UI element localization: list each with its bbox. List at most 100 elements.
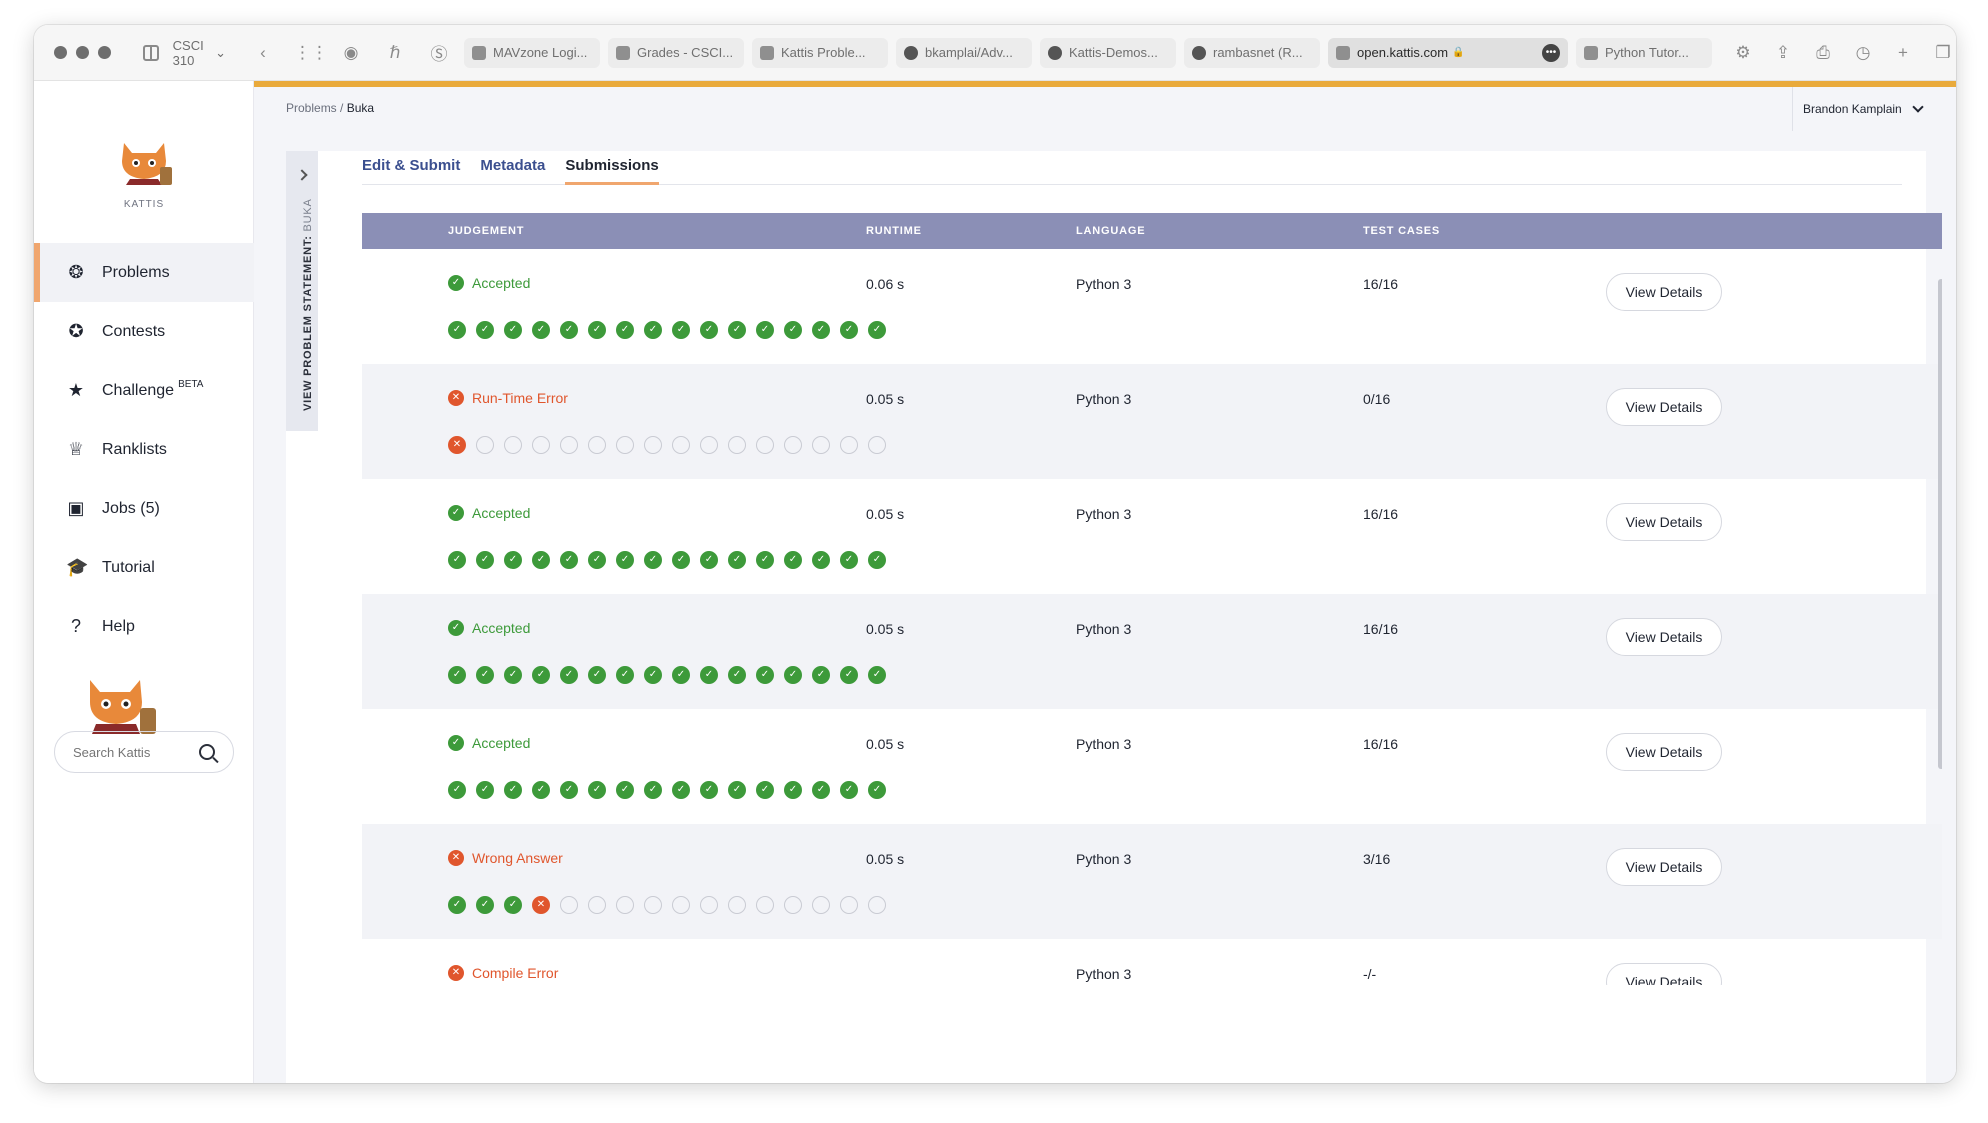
test-passed-icon[interactable]: ✓ <box>588 551 606 569</box>
tab-overview-icon[interactable]: ❐ <box>1930 43 1956 63</box>
test-passed-icon[interactable]: ✓ <box>700 321 718 339</box>
test-passed-icon[interactable]: ✓ <box>868 781 886 799</box>
tab-edit-submit[interactable]: Edit & Submit <box>362 151 460 185</box>
test-passed-icon[interactable]: ✓ <box>728 781 746 799</box>
extension-icon[interactable]: ℏ <box>382 43 408 63</box>
test-passed-icon[interactable]: ✓ <box>644 551 662 569</box>
test-failed-icon[interactable]: ✕ <box>532 896 550 914</box>
sidebar-item-problems[interactable]: ❂ Problems <box>34 243 254 302</box>
sidebar-item-challenge[interactable]: ★ Challenge BETA <box>34 361 254 420</box>
test-pending-icon[interactable] <box>728 896 746 914</box>
tab-group-selector[interactable]: CSCI 310 ⌄ <box>173 38 226 68</box>
test-passed-icon[interactable]: ✓ <box>812 666 830 684</box>
test-pending-icon[interactable] <box>700 896 718 914</box>
browser-tab[interactable]: Kattis Proble... <box>752 37 888 68</box>
test-passed-icon[interactable]: ✓ <box>504 666 522 684</box>
test-pending-icon[interactable] <box>840 896 858 914</box>
view-details-button[interactable]: View Details <box>1606 848 1722 886</box>
test-passed-icon[interactable]: ✓ <box>756 321 774 339</box>
test-passed-icon[interactable]: ✓ <box>448 896 466 914</box>
search-icon[interactable] <box>199 744 215 760</box>
test-passed-icon[interactable]: ✓ <box>448 551 466 569</box>
sidebar-item-tutorial[interactable]: 🎓 Tutorial <box>34 538 254 597</box>
test-pending-icon[interactable] <box>560 896 578 914</box>
test-passed-icon[interactable]: ✓ <box>840 781 858 799</box>
kattis-logo[interactable] <box>112 137 176 185</box>
browser-tab[interactable]: Grades - CSCI... <box>608 37 744 68</box>
test-passed-icon[interactable]: ✓ <box>728 321 746 339</box>
test-passed-icon[interactable]: ✓ <box>812 781 830 799</box>
test-pending-icon[interactable] <box>672 436 690 454</box>
test-passed-icon[interactable]: ✓ <box>560 666 578 684</box>
test-passed-icon[interactable]: ✓ <box>672 321 690 339</box>
test-pending-icon[interactable] <box>644 896 662 914</box>
test-passed-icon[interactable]: ✓ <box>728 551 746 569</box>
test-pending-icon[interactable] <box>756 436 774 454</box>
history-icon[interactable]: ◷ <box>1850 43 1876 63</box>
test-passed-icon[interactable]: ✓ <box>728 666 746 684</box>
test-pending-icon[interactable] <box>476 436 494 454</box>
view-details-button[interactable]: View Details <box>1606 733 1722 771</box>
test-pending-icon[interactable] <box>560 436 578 454</box>
test-pending-icon[interactable] <box>812 436 830 454</box>
test-passed-icon[interactable]: ✓ <box>532 551 550 569</box>
test-pending-icon[interactable] <box>672 896 690 914</box>
more-icon[interactable]: ••• <box>1542 43 1560 62</box>
test-passed-icon[interactable]: ✓ <box>616 551 634 569</box>
view-details-button[interactable]: View Details <box>1606 618 1722 656</box>
test-passed-icon[interactable]: ✓ <box>448 781 466 799</box>
test-passed-icon[interactable]: ✓ <box>560 781 578 799</box>
browser-tab[interactable]: Python Tutor... <box>1576 37 1712 68</box>
test-pending-icon[interactable] <box>728 436 746 454</box>
test-passed-icon[interactable]: ✓ <box>840 666 858 684</box>
test-passed-icon[interactable]: ✓ <box>476 896 494 914</box>
test-passed-icon[interactable]: ✓ <box>448 666 466 684</box>
test-passed-icon[interactable]: ✓ <box>784 666 802 684</box>
grid-icon[interactable]: ⋮⋮ <box>294 43 328 63</box>
test-passed-icon[interactable]: ✓ <box>868 321 886 339</box>
test-passed-icon[interactable]: ✓ <box>868 666 886 684</box>
test-passed-icon[interactable]: ✓ <box>756 551 774 569</box>
test-failed-icon[interactable]: ✕ <box>448 436 466 454</box>
test-passed-icon[interactable]: ✓ <box>588 666 606 684</box>
test-pending-icon[interactable] <box>644 436 662 454</box>
test-pending-icon[interactable] <box>756 896 774 914</box>
extension-icon[interactable]: ◉ <box>338 43 364 63</box>
browser-tab[interactable]: Kattis-Demos... <box>1040 37 1176 68</box>
view-details-button[interactable]: View Details <box>1606 503 1722 541</box>
test-pending-icon[interactable] <box>868 436 886 454</box>
test-passed-icon[interactable]: ✓ <box>756 666 774 684</box>
share-icon[interactable]: ⇪ <box>1770 43 1796 63</box>
test-passed-icon[interactable]: ✓ <box>784 321 802 339</box>
test-passed-icon[interactable]: ✓ <box>588 781 606 799</box>
extension-icon[interactable]: Ⓢ <box>426 40 452 65</box>
test-pending-icon[interactable] <box>784 436 802 454</box>
test-passed-icon[interactable]: ✓ <box>700 781 718 799</box>
test-passed-icon[interactable]: ✓ <box>840 321 858 339</box>
view-problem-statement-toggle[interactable]: VIEW PROBLEM STATEMENT: BUKA <box>286 151 318 431</box>
test-passed-icon[interactable]: ✓ <box>700 666 718 684</box>
test-passed-icon[interactable]: ✓ <box>700 551 718 569</box>
test-passed-icon[interactable]: ✓ <box>476 551 494 569</box>
test-passed-icon[interactable]: ✓ <box>560 321 578 339</box>
test-passed-icon[interactable]: ✓ <box>812 551 830 569</box>
test-passed-icon[interactable]: ✓ <box>588 321 606 339</box>
test-passed-icon[interactable]: ✓ <box>784 551 802 569</box>
sidebar-item-help[interactable]: ? Help <box>34 597 254 656</box>
test-passed-icon[interactable]: ✓ <box>616 781 634 799</box>
test-passed-icon[interactable]: ✓ <box>756 781 774 799</box>
test-passed-icon[interactable]: ✓ <box>868 551 886 569</box>
test-pending-icon[interactable] <box>784 896 802 914</box>
test-passed-icon[interactable]: ✓ <box>476 321 494 339</box>
test-passed-icon[interactable]: ✓ <box>784 781 802 799</box>
test-pending-icon[interactable] <box>616 436 634 454</box>
test-passed-icon[interactable]: ✓ <box>532 666 550 684</box>
test-pending-icon[interactable] <box>532 436 550 454</box>
sidebar-item-jobs[interactable]: ▣ Jobs (5) <box>34 479 254 538</box>
test-pending-icon[interactable] <box>812 896 830 914</box>
test-passed-icon[interactable]: ✓ <box>532 781 550 799</box>
test-passed-icon[interactable]: ✓ <box>504 896 522 914</box>
view-details-button[interactable]: View Details <box>1606 963 1722 985</box>
search-input[interactable] <box>73 744 193 760</box>
test-passed-icon[interactable]: ✓ <box>644 781 662 799</box>
